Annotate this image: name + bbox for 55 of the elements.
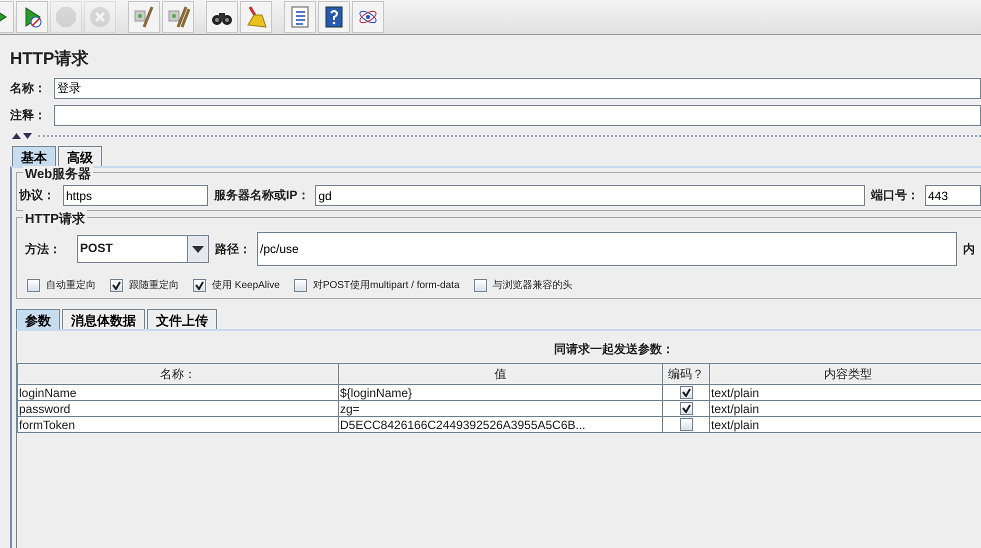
table-cell: formToken [18,416,338,432]
table-cell: D5ECC8426166C2449392526A3955A5C6B... [338,416,662,432]
content-label: 内 [963,240,975,258]
protocol-field[interactable]: https [63,185,208,206]
checkbox[interactable] [110,278,123,292]
method-dropdown[interactable]: POST [77,235,209,263]
checkbox[interactable] [474,278,487,292]
list-icon[interactable] [284,1,316,33]
help-icon[interactable] [318,1,350,33]
checkbox[interactable] [193,278,206,292]
path-label: 路径： [215,240,251,258]
column-header: 名称： [18,364,338,384]
column-header: 值 [338,364,662,384]
table-caption: 同请求一起发送参数： [553,341,675,358]
method-label: 方法： [25,240,62,258]
play-icon[interactable] [16,1,48,33]
function-icon[interactable] [352,1,384,33]
tab[interactable]: 基本 [12,146,56,166]
checkbox[interactable] [27,278,40,292]
table-cell: loginName [18,384,338,400]
option-label: 与浏览器兼容的头 [492,278,573,292]
panel-title: HTTP请求 [9,48,90,70]
table-cell: zg= [338,400,662,416]
name-label: 名称： [10,80,47,97]
section-title: HTTP请求 [23,210,87,228]
option-label: 跟随重定向 [129,278,179,292]
column-header: 内容类型 [710,364,981,384]
table-cell: ${loginName} [338,384,662,400]
section-title: Web服务器 [23,165,94,183]
tab[interactable]: 消息体数据 [62,309,145,329]
protocol-label: 协议： [19,187,56,204]
caret-icon [192,246,204,252]
comment-field[interactable] [54,105,981,126]
port-field[interactable]: 443 [925,185,981,206]
tab[interactable]: 参数 [16,309,60,329]
option-label: 对POST使用multipart / form-data [312,278,460,292]
checkbox[interactable] [294,278,307,292]
table-cell: password [18,400,338,416]
collapse-down-icon[interactable] [23,133,32,139]
comment-label: 注释： [10,107,47,124]
port-label: 端口号： [871,187,919,204]
checkbox[interactable] [680,386,692,399]
tab[interactable]: 文件上传 [147,309,217,329]
column-header: 编码？ [662,364,710,384]
server-field[interactable]: gd [315,185,865,206]
expand-up-icon[interactable] [12,133,21,139]
option-label: 使用 KeepAlive [212,279,280,292]
binoculars-icon[interactable] [206,1,238,33]
path-field[interactable]: /pc/use [257,232,957,266]
server-label: 服务器名称或IP： [214,187,310,204]
tab[interactable]: 高级 [58,146,102,166]
checkbox[interactable] [680,418,692,431]
name-field[interactable]: 登录 [54,78,981,99]
option-label: 自动重定向 [46,278,96,292]
checkbox[interactable] [680,402,692,415]
